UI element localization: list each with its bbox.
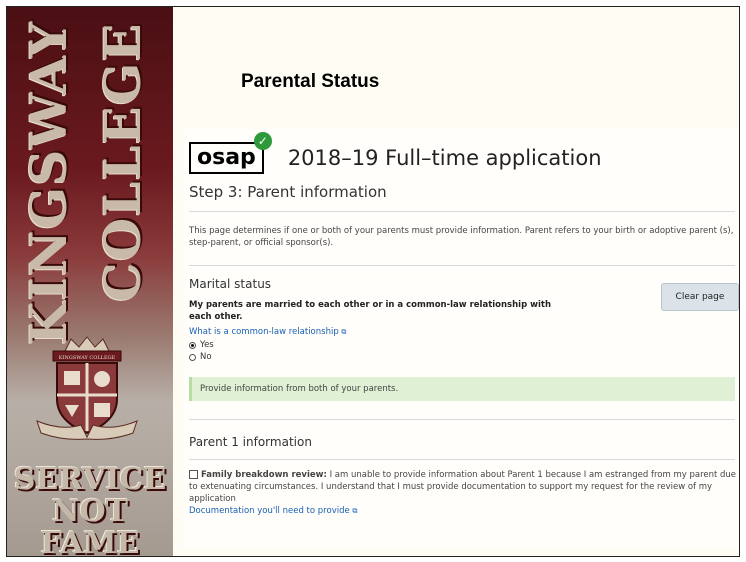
family-breakdown-label: Family breakdown review:: [201, 470, 327, 480]
common-law-link[interactable]: What is a common-law relationship: [189, 327, 339, 337]
external-link-icon: ⧉: [341, 328, 347, 336]
divider: [189, 211, 735, 212]
external-link-icon: ⧉: [352, 507, 358, 515]
divider: [189, 419, 735, 420]
osap-logo: osap ✓: [189, 132, 272, 174]
crest-ribbon-text: KINGSWAY COLLEGE: [59, 355, 116, 361]
common-law-link-row[interactable]: What is a common-law relationship ⧉: [189, 326, 346, 338]
divider: [189, 265, 735, 266]
slide-content: Parental Status osap ✓ 2018–19 Full–time…: [173, 7, 739, 556]
slide-frame: KINGSWAY COLLEGE KINGSWAY COLLEGE SERVIC…: [6, 6, 740, 557]
osap-logo-text: osap: [197, 145, 256, 170]
osap-screenshot: osap ✓ 2018–19 Full–time application Ste…: [183, 129, 739, 547]
college-crest-icon: KINGSWAY COLLEGE: [36, 336, 138, 440]
radio-yes[interactable]: Yes: [189, 340, 214, 350]
radio-no[interactable]: No: [189, 352, 212, 362]
radio-yes-label: Yes: [200, 340, 214, 350]
family-breakdown-checkbox[interactable]: [189, 470, 198, 479]
intro-text: This page determines if one or both of y…: [189, 226, 734, 248]
info-message: Provide information from both of your pa…: [189, 377, 735, 401]
banner-vertical-text-2: COLLEGE: [93, 22, 152, 302]
step-title: Step 3: Parent information: [189, 183, 387, 201]
clear-page-button[interactable]: Clear page: [661, 283, 739, 311]
motto-line-3: FAME: [40, 526, 140, 557]
app-header: osap ✓ 2018–19 Full–time application: [189, 132, 602, 175]
radio-no-button[interactable]: [189, 353, 196, 361]
motto-line-1: SERVICE: [13, 462, 167, 497]
parent1-heading: Parent 1 information: [189, 435, 312, 449]
divider: [189, 459, 735, 460]
radio-no-label: No: [200, 352, 212, 362]
documentation-link[interactable]: Documentation you'll need to provide: [189, 506, 350, 516]
banner-vertical-text-1: KINGSWAY: [19, 20, 78, 345]
marital-status-heading: Marital status: [189, 277, 272, 291]
checkmark-circle-icon: ✓: [253, 132, 272, 150]
info-message-text: Provide information from both of your pa…: [200, 384, 399, 394]
family-breakdown-review: Family breakdown review: I am unable to …: [189, 469, 739, 517]
marital-question: My parents are married to each other or …: [189, 300, 552, 322]
application-title: 2018–19 Full–time application: [287, 146, 602, 170]
slide-title: Parental Status: [241, 71, 380, 92]
college-banner: KINGSWAY COLLEGE KINGSWAY COLLEGE SERVIC…: [7, 7, 173, 556]
radio-yes-button[interactable]: [189, 341, 196, 349]
motto-line-2: NOT: [52, 494, 128, 529]
